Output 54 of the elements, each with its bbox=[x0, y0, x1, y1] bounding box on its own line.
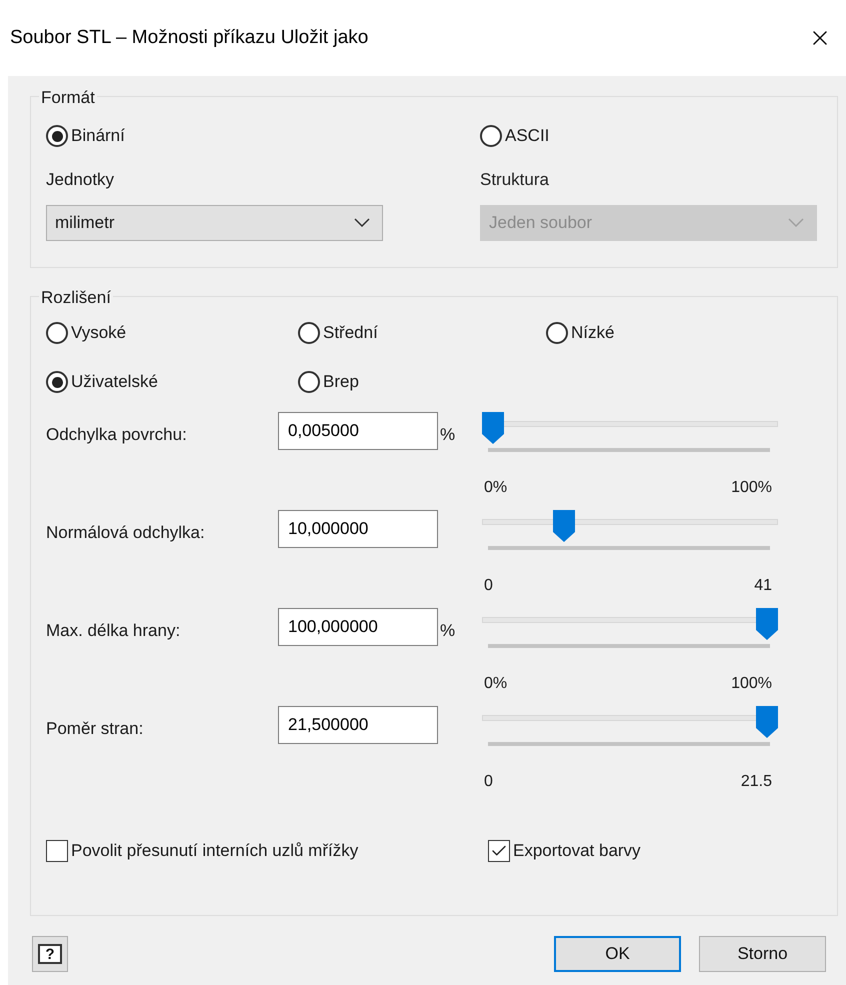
window-title: Soubor STL – Možnosti příkazu Uložit jako bbox=[10, 26, 368, 50]
radio-button[interactable] bbox=[546, 322, 568, 344]
parameter-label: Max. délka hrany: bbox=[46, 620, 182, 642]
slider-min-label: 0% bbox=[484, 674, 508, 694]
input-field[interactable]: 100,000000 bbox=[278, 608, 438, 646]
radio-option[interactable]: Uživatelské bbox=[46, 369, 298, 395]
chevron-down-icon bbox=[788, 218, 804, 227]
radio-button[interactable] bbox=[480, 125, 502, 147]
field-label: Struktura bbox=[480, 169, 550, 191]
slider-thumb[interactable] bbox=[553, 510, 576, 542]
slider-min-label: 0 bbox=[484, 772, 493, 792]
help-button[interactable]: ? bbox=[32, 936, 68, 972]
checkbox[interactable] bbox=[488, 840, 510, 862]
slider-thumb[interactable] bbox=[756, 608, 778, 640]
radio-option[interactable]: Binární bbox=[46, 123, 480, 149]
slider[interactable] bbox=[482, 608, 778, 648]
input-field[interactable]: 0,005000 bbox=[278, 412, 438, 450]
input-field[interactable]: 21,500000 bbox=[278, 706, 438, 744]
slider-min-label: 0 bbox=[484, 576, 493, 596]
dialog-button[interactable]: OK bbox=[554, 936, 681, 972]
radio-button[interactable] bbox=[46, 371, 68, 393]
parameter-label: Odchylka povrchu: bbox=[46, 424, 188, 446]
dialog-button[interactable]: Storno bbox=[699, 936, 826, 972]
radio-button[interactable] bbox=[46, 125, 68, 147]
radio-button[interactable] bbox=[46, 322, 68, 344]
slider-max-label: 41 bbox=[754, 576, 772, 596]
slider-max-label: 100% bbox=[731, 674, 772, 694]
slider-min-label: 0% bbox=[484, 478, 508, 498]
field-label: Jednotky bbox=[46, 169, 116, 191]
radio-option[interactable]: Brep bbox=[298, 369, 546, 395]
slider[interactable] bbox=[482, 412, 778, 452]
radio-option[interactable]: Vysoké bbox=[46, 320, 298, 346]
radio-option[interactable]: Střední bbox=[298, 320, 546, 346]
checkbox-option[interactable]: Exportovat barvy bbox=[488, 838, 817, 864]
slider-max-label: 100% bbox=[731, 478, 772, 498]
slider-max-label: 21.5 bbox=[740, 772, 772, 792]
chevron-down-icon bbox=[354, 218, 370, 227]
slider[interactable] bbox=[482, 706, 778, 746]
dropdown[interactable]: milimetr bbox=[46, 204, 383, 240]
radio-button[interactable] bbox=[298, 322, 320, 344]
checkbox-option[interactable]: Povolit přesunutí interních uzlů mřížky bbox=[46, 838, 488, 864]
slider-thumb[interactable] bbox=[482, 412, 504, 444]
input-field[interactable]: 10,000000 bbox=[278, 510, 438, 548]
parameter-label: Normálová odchylka: bbox=[46, 522, 206, 544]
radio-option[interactable]: ASCII bbox=[480, 123, 817, 149]
parameter-label: Poměr stran: bbox=[46, 718, 144, 740]
radio-button[interactable] bbox=[298, 371, 320, 393]
unit-label: % bbox=[440, 621, 456, 640]
help-icon: ? bbox=[38, 944, 62, 964]
radio-option[interactable]: Nízké bbox=[546, 320, 817, 346]
checkbox[interactable] bbox=[46, 840, 68, 862]
slider[interactable] bbox=[482, 510, 778, 550]
slider-thumb[interactable] bbox=[756, 706, 778, 738]
unit-label: % bbox=[440, 425, 456, 444]
